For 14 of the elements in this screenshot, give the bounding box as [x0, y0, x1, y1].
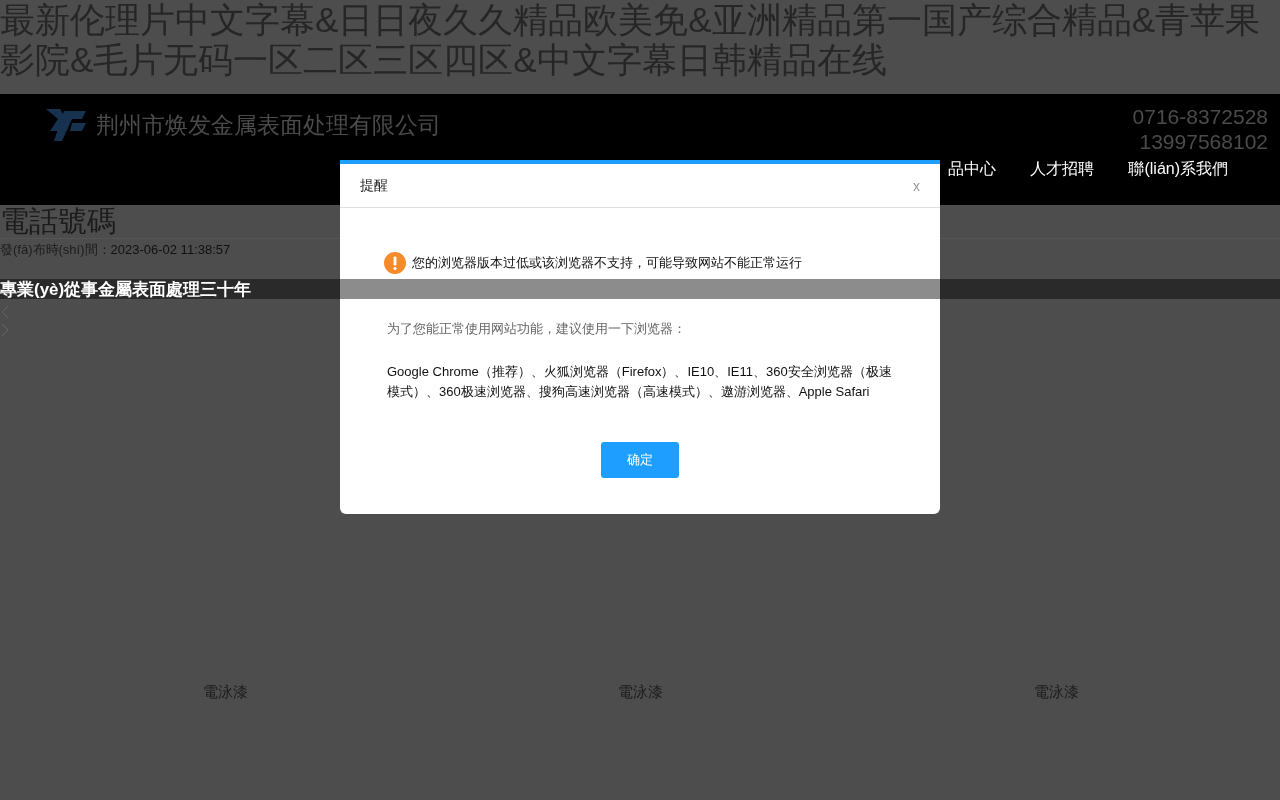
warning-icon [384, 252, 406, 274]
company-name: 荆州市焕发金属表面处理有限公司 [96, 110, 441, 140]
browser-list: Google Chrome（推荐）、火狐浏览器（Firefox）、IE10、IE11、360安全浏览器（极速模式）、360极速浏览器、搜狗高速浏览器（高速模式）、遨游浏览器、Apple Safari [387, 362, 897, 402]
slide-caption: 專業(yè)從事金屬表面處理三十年 [0, 278, 252, 301]
phone-number: 13997568102 [1139, 129, 1268, 154]
recommend-intro: 为了您能正常使用网站功能，建议使用一下浏览器： [387, 320, 687, 338]
phone-number: 0716-8372528 [1132, 104, 1268, 129]
nav-link[interactable]: 品中心 [948, 159, 997, 180]
nav-link[interactable]: 聯(lián)系我們 [1128, 159, 1228, 180]
nav-link[interactable]: 人才招聘 [1030, 159, 1095, 180]
warning-message: 您的浏览器版本过低或该浏览器不支持，可能导致网站不能正常运行 [412, 254, 802, 272]
dialog-title: 提醒 [360, 176, 388, 195]
chevron-left-icon[interactable] [1, 305, 9, 319]
chevron-right-icon[interactable] [1, 323, 9, 337]
